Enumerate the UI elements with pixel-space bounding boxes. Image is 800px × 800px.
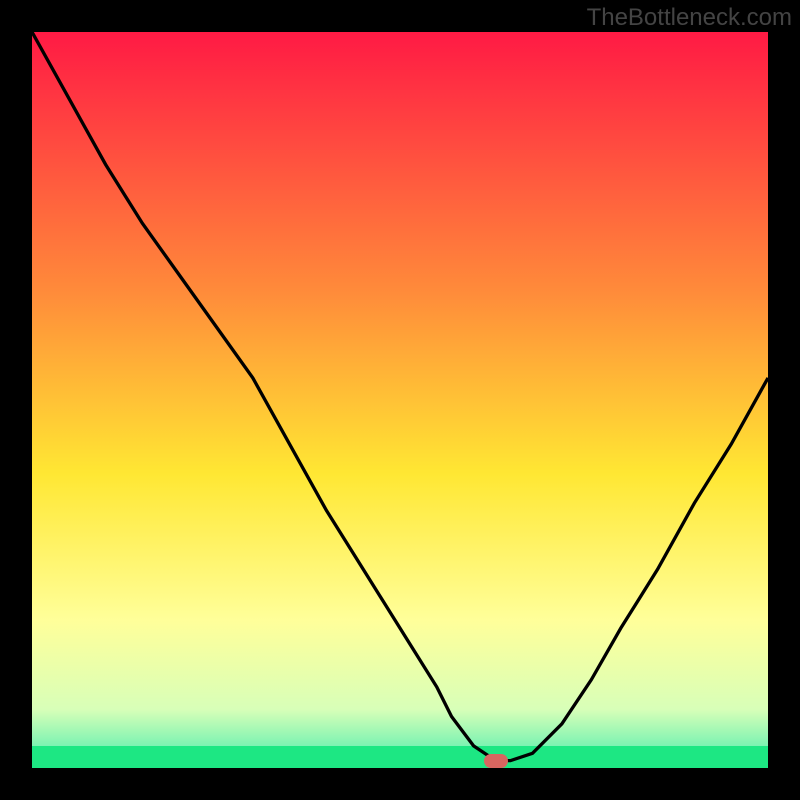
plot-area	[32, 32, 768, 768]
chart-container: TheBottleneck.com	[0, 0, 800, 800]
watermark-brand: TheBottleneck.com	[587, 4, 792, 32]
optimal-marker	[484, 754, 508, 768]
background-gradient	[32, 32, 768, 768]
green-bottom-band	[32, 746, 768, 768]
